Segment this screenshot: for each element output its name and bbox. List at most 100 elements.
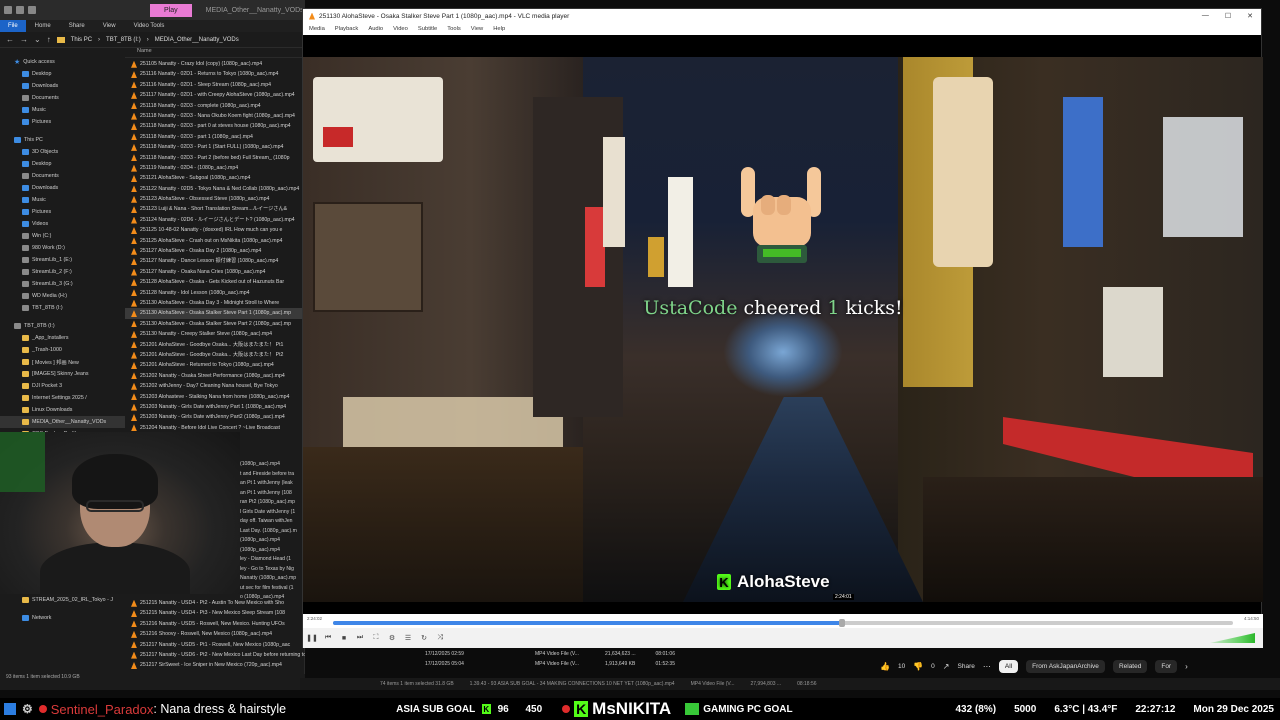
file-name-fragment[interactable]: ran Pt2 (1080p_aac).mp [240, 498, 305, 508]
file-details-row[interactable]: 17/12/2025 02:59 MP4 Video File (V... 21,6… [305, 650, 795, 660]
file-name-fragment[interactable]: t and Fireside before tra [240, 470, 305, 480]
next-icon[interactable]: ⏭ [355, 633, 365, 643]
extended-settings-icon[interactable]: ⚙ [387, 633, 397, 643]
vlc-menu-item[interactable]: Audio [368, 26, 383, 32]
breadcrumb-folder[interactable]: MEDIA_Other__Nanatty_VODs [155, 37, 239, 43]
windows-start-icon[interactable] [4, 703, 16, 715]
ribbon-tab-home[interactable]: Home [26, 23, 60, 29]
thumbs-down-icon[interactable]: 👎 [913, 662, 923, 671]
file-row[interactable]: 251128 Nanatty - Idol Lesson (1080p_aac)… [125, 288, 305, 298]
thumbs-up-icon[interactable]: 👍 [880, 662, 890, 671]
pause-icon[interactable]: ❚❚ [306, 633, 318, 643]
file-row[interactable]: 251124 Nanatty - 02D6 - ルイージさんとデート? (108… [125, 215, 305, 225]
fullscreen-icon[interactable]: ⛶ [371, 633, 381, 643]
file-name-fragment[interactable]: an Pt 1 withJenny (108 [240, 489, 305, 499]
sidebar-item[interactable]: This PC [0, 134, 125, 146]
file-row[interactable]: 251127 AlohaSteve - Osaka Day 2 (1080p_a… [125, 246, 305, 256]
sidebar-item[interactable]: StreamLib_3 (G:) [0, 278, 125, 290]
sidebar-item[interactable]: TBT_8TB (I:) [0, 320, 125, 332]
sidebar-item[interactable]: Music [0, 194, 125, 206]
tab-play[interactable]: Play [150, 3, 192, 17]
file-row[interactable]: 251217 SirSweet - Ice Sniper in New Mexi… [125, 660, 305, 670]
column-header-name[interactable]: Name [125, 48, 305, 58]
sidebar-item[interactable]: WD Media (H:) [0, 290, 125, 302]
file-row[interactable]: 251119 Nanatty - 02D4 - (1080p_aac).mp4 [125, 163, 305, 173]
sidebar-item[interactable]: Music [0, 104, 125, 116]
file-row[interactable]: 251118 Nanatty - 02D3 - Nana Okubo Koem … [125, 111, 305, 121]
back-arrow-icon[interactable]: ← [6, 35, 14, 44]
vlc-menu-item[interactable]: Playback [335, 26, 359, 32]
file-row[interactable]: 251116 Nanatty - 02D1 - Returns to Tokyo… [125, 69, 305, 79]
sidebar-item[interactable]: Documents [0, 170, 125, 182]
file-row[interactable]: 251118 Nanatty - 02D3 - Part 1 (Start FU… [125, 142, 305, 152]
vlc-menu-item[interactable]: View [471, 26, 483, 32]
file-row[interactable]: 251130 AlohaSteve - Osaka Stalker Steve … [125, 319, 305, 329]
file-row[interactable]: 251203 Alohasteve - Stalking Nana from h… [125, 392, 305, 402]
file-name-fragment[interactable]: l Girls Date withJenny (1 [240, 508, 305, 518]
sidebar-item[interactable]: Network [0, 612, 125, 624]
file-row[interactable]: 251203 Nanatty - Girls Date withJenny Pa… [125, 402, 305, 412]
file-row[interactable]: 251215 Nanatty - USD4 - Pt3 - New Mexico… [125, 608, 305, 618]
volume-slider[interactable] [1210, 633, 1255, 643]
playlist-icon[interactable]: ☰ [403, 633, 413, 643]
vlc-menu-item[interactable]: Subtitle [418, 26, 437, 32]
file-name-fragment[interactable]: ut sec for film festival (1 [240, 584, 305, 594]
file-row[interactable]: 251201 AlohaSteve - Returned to Tokyo (1… [125, 360, 305, 370]
sidebar-item[interactable]: StreamLib_1 (E:) [0, 254, 125, 266]
file-row[interactable]: 251217 Nanatty - USD5 - Pt1 - Roswell, N… [125, 640, 305, 650]
sidebar-item[interactable]: Win (C:) [0, 230, 125, 242]
ribbon-tab-file[interactable]: File [0, 20, 26, 32]
shuffle-icon[interactable]: ⤨ [435, 633, 445, 643]
vlc-menu-item[interactable]: Video [393, 26, 408, 32]
file-row[interactable]: 251123 AlohaSteve - Obsessed Steve (1080… [125, 194, 305, 204]
sidebar-item[interactable]: _Trash-1000 [0, 344, 125, 356]
sidebar-item[interactable]: ★ Quick access [0, 56, 125, 68]
sidebar-item[interactable]: STREAM_2025_02_IRL_Tokyo - J [0, 594, 125, 606]
file-row[interactable]: 251125 AlohaSteve - Crash out on MsNikit… [125, 236, 305, 246]
forward-arrow-icon[interactable]: → [20, 35, 28, 44]
seek-bar[interactable]: 2:24:02 4:14:50 [303, 614, 1263, 628]
more-icon[interactable]: ⋯ [983, 662, 991, 671]
sidebar-item[interactable]: [ Movies ] 邦画 New [0, 356, 125, 368]
sidebar-item[interactable]: Downloads [0, 182, 125, 194]
sidebar-item[interactable]: 980 Work (D:) [0, 242, 125, 254]
file-row[interactable]: 251118 Nanatty - 02D3 - part 1 (1080p_aa… [125, 132, 305, 142]
sidebar-item[interactable]: MEDIA_Other__Nanatty_VODs [0, 416, 125, 428]
chevron-down-icon[interactable]: ⌄ [34, 35, 41, 44]
chip-for-you[interactable]: For [1155, 659, 1178, 673]
sidebar-item[interactable]: 3D Objects [0, 146, 125, 158]
previous-icon[interactable]: ⏮ [323, 633, 333, 643]
video-frame[interactable]: UstaCode cheered 1 kicks! K AlohaSteve 2… [303, 57, 1263, 602]
gear-icon[interactable]: ⚙ [22, 702, 33, 716]
sidebar-item[interactable]: [IMAGES] Skinny Jeans [0, 368, 125, 380]
share-button[interactable]: Share [958, 663, 975, 670]
file-name-fragment[interactable]: day off. Taiwan withJen [240, 517, 305, 527]
minimize-icon[interactable]: — [1202, 12, 1209, 20]
sidebar-item[interactable]: TBT_8TB (I:) [0, 302, 125, 314]
chevron-right-icon[interactable]: › [1185, 662, 1188, 671]
file-row[interactable]: 251116 Nanatty - 02D1 - Sleep Stream (10… [125, 80, 305, 90]
sidebar-item[interactable]: Desktop [0, 68, 125, 80]
chip-from-channel[interactable]: From AskJapanArchive [1026, 659, 1105, 673]
file-name-fragment[interactable]: Nanatty (1080p_aac).mp [240, 574, 305, 584]
vlc-menu-item[interactable]: Tools [447, 26, 461, 32]
file-row[interactable]: 251216 Shoovy - Roswell, New Mexico (108… [125, 629, 305, 639]
file-row[interactable]: 251125 10-48-02 Nanatty - (dosxed) IRL H… [125, 225, 305, 235]
file-row[interactable]: 251121 AlohaSteve - Subgoal (1080p_aac).… [125, 173, 305, 183]
file-row[interactable]: 251216 Nanatty - USD5 - Roswell, New Mex… [125, 619, 305, 629]
sidebar-item[interactable]: _App_Installers [0, 332, 125, 344]
close-icon[interactable]: ✕ [1247, 12, 1253, 20]
address-bar[interactable]: ← → ⌄ ↑ This PC › TBT_8TB (I:) › MEDIA_Oth… [0, 32, 304, 48]
file-row[interactable]: 251130 AlohaSteve - Osaka Day 3 - Midnig… [125, 298, 305, 308]
file-row[interactable]: 251127 Nanatty - Dance Lesson 振付練習 (1080… [125, 256, 305, 266]
share-icon[interactable]: ↗ [943, 662, 950, 671]
file-row[interactable]: 251217 Nanatty - USD6 - Pt2 - New Mexico… [125, 650, 305, 660]
new-folder-icon[interactable] [28, 6, 36, 14]
ribbon-tab-share[interactable]: Share [60, 23, 94, 29]
loop-icon[interactable]: ↻ [419, 633, 429, 643]
breadcrumb-drive[interactable]: TBT_8TB (I:) [106, 37, 141, 43]
file-details-row[interactable]: 17/12/2025 05:04 MP4 Video File (V... 1,91… [305, 660, 795, 670]
sidebar-item[interactable]: Internet Settings 2025 / [0, 392, 125, 404]
file-row[interactable]: 251201 AlohaSteve - Goodbye Osaka... 大阪は… [125, 350, 305, 360]
file-row[interactable]: 251122 Nanatty - 02D5 - Tokyo Nana & Ned… [125, 184, 305, 194]
